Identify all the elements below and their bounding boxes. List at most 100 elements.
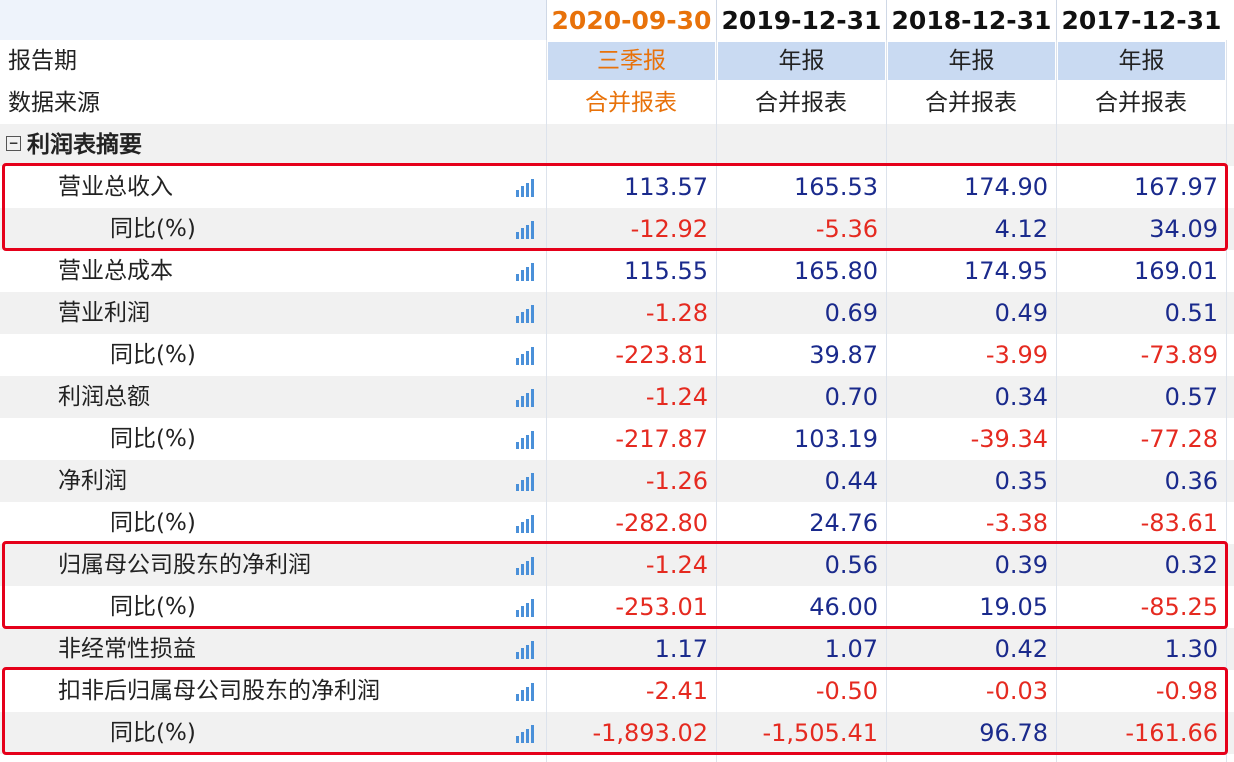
value-cell: 165.80 (794, 257, 878, 285)
value-cell: -0.03 (985, 677, 1048, 705)
value-cell: -85.25 (1140, 593, 1218, 621)
table-row: 同比(%) -1,893.02 -1,505.41 96.78 -161.66 (0, 712, 1234, 754)
table-row: 利润总额 -1.24 0.70 0.34 0.57 (0, 376, 1234, 418)
bar-chart-icon[interactable] (516, 557, 536, 575)
row-label: 利润总额 (58, 384, 150, 410)
period-cell-4: 年报 (1058, 42, 1225, 80)
table-row: 扣非后归属母公司股东的净利润 -2.41 -0.50 -0.03 -0.98 (0, 670, 1234, 712)
period-cell-3: 年报 (888, 42, 1055, 80)
data-source-row: 数据来源 合并报表 合并报表 合并报表 合并报表 (0, 82, 1234, 124)
value-cell: -223.81 (615, 341, 708, 369)
column-divider (716, 40, 717, 762)
source-cell-1: 合并报表 (585, 90, 677, 116)
value-cell: 174.95 (964, 257, 1048, 285)
value-cell: 0.34 (994, 383, 1048, 411)
collapse-toggle-icon[interactable]: − (6, 136, 21, 151)
table-row: 非经常性损益 1.17 1.07 0.42 1.30 (0, 628, 1234, 670)
value-cell: -217.87 (615, 425, 708, 453)
source-cell-2: 合并报表 (755, 90, 847, 116)
value-cell: -73.89 (1140, 341, 1218, 369)
row-label: 同比(%) (110, 342, 196, 368)
column-divider (546, 40, 547, 762)
row-label: 净利润 (58, 468, 127, 494)
value-cell: 34.09 (1149, 215, 1218, 243)
data-source-label: 数据来源 (8, 90, 100, 116)
value-cell: -0.50 (815, 677, 878, 705)
row-label: 同比(%) (110, 594, 196, 620)
value-cell: 103.19 (794, 425, 878, 453)
table-row: 营业利润 -1.28 0.69 0.49 0.51 (0, 292, 1234, 334)
row-label: 非经常性损益 (58, 636, 196, 662)
value-cell: 0.42 (994, 635, 1048, 663)
bar-chart-icon[interactable] (516, 683, 536, 701)
table-row: 净利润 -1.26 0.44 0.35 0.36 (0, 460, 1234, 502)
bar-chart-icon[interactable] (516, 431, 536, 449)
row-label: 同比(%) (110, 426, 196, 452)
row-label: 同比(%) (110, 720, 196, 746)
value-cell: 174.90 (964, 173, 1048, 201)
value-cell: -253.01 (615, 593, 708, 621)
value-cell: 0.56 (824, 551, 878, 579)
value-cell: -3.99 (985, 341, 1048, 369)
column-divider (1226, 40, 1227, 762)
row-label: 归属母公司股东的净利润 (58, 552, 311, 578)
bar-chart-icon[interactable] (516, 641, 536, 659)
value-cell: 0.32 (1164, 551, 1218, 579)
value-cell: -1,505.41 (762, 719, 878, 747)
source-cell-4: 合并报表 (1095, 90, 1187, 116)
bar-chart-icon[interactable] (516, 305, 536, 323)
value-cell: -0.98 (1155, 677, 1218, 705)
value-cell: -12.92 (630, 215, 708, 243)
value-cell: -1.24 (645, 551, 708, 579)
bar-chart-icon[interactable] (516, 473, 536, 491)
value-cell: -77.28 (1140, 425, 1218, 453)
value-cell: 4.12 (994, 215, 1048, 243)
table-row: 营业总收入 113.57 165.53 174.90 167.97 (0, 166, 1234, 208)
column-date-4[interactable]: 2017-12-31 (1056, 0, 1226, 40)
column-date-2[interactable]: 2019-12-31 (716, 0, 886, 40)
source-cell-3: 合并报表 (925, 90, 1017, 116)
section-title: 利润表摘要 (27, 132, 142, 158)
value-cell: 0.35 (994, 467, 1048, 495)
row-label: 营业总收入 (58, 174, 173, 200)
value-cell: 0.49 (994, 299, 1048, 327)
value-cell: -5.36 (815, 215, 878, 243)
value-cell: 0.70 (824, 383, 878, 411)
column-date-3[interactable]: 2018-12-31 (886, 0, 1056, 40)
column-date-1[interactable]: 2020-09-30 (546, 0, 716, 40)
bar-chart-icon[interactable] (516, 389, 536, 407)
value-cell: 0.39 (994, 551, 1048, 579)
value-cell: 113.57 (624, 173, 708, 201)
value-cell: 0.36 (1164, 467, 1218, 495)
bar-chart-icon[interactable] (516, 263, 536, 281)
row-label: 扣非后归属母公司股东的净利润 (58, 678, 380, 704)
value-cell: 39.87 (809, 341, 878, 369)
period-cell-1: 三季报 (548, 42, 715, 80)
value-cell: 1.07 (824, 635, 878, 663)
row-label: 营业总成本 (58, 258, 173, 284)
value-cell: 46.00 (809, 593, 878, 621)
table-row: 归属母公司股东的净利润 -1.24 0.56 0.39 0.32 (0, 544, 1234, 586)
value-cell: -1.28 (645, 299, 708, 327)
date-header: 2020-09-30 2019-12-31 2018-12-31 2017-12… (0, 0, 1234, 40)
value-cell: 1.17 (654, 635, 708, 663)
row-label: 营业利润 (58, 300, 150, 326)
bar-chart-icon[interactable] (516, 725, 536, 743)
bar-chart-icon[interactable] (516, 221, 536, 239)
income-summary-section[interactable]: − 利润表摘要 (0, 124, 1234, 166)
bar-chart-icon[interactable] (516, 599, 536, 617)
value-cell: -2.41 (645, 677, 708, 705)
table-row: 营业总成本 115.55 165.80 174.95 169.01 (0, 250, 1234, 292)
bar-chart-icon[interactable] (516, 179, 536, 197)
column-divider (1056, 40, 1057, 762)
value-cell: 1.30 (1164, 635, 1218, 663)
value-cell: 24.76 (809, 509, 878, 537)
value-cell: 0.44 (824, 467, 878, 495)
table-row: 同比(%) -217.87 103.19 -39.34 -77.28 (0, 418, 1234, 460)
value-cell: 0.69 (824, 299, 878, 327)
value-cell: 169.01 (1134, 257, 1218, 285)
value-cell: 167.97 (1134, 173, 1218, 201)
bar-chart-icon[interactable] (516, 347, 536, 365)
bar-chart-icon[interactable] (516, 515, 536, 533)
value-cell: 0.51 (1164, 299, 1218, 327)
